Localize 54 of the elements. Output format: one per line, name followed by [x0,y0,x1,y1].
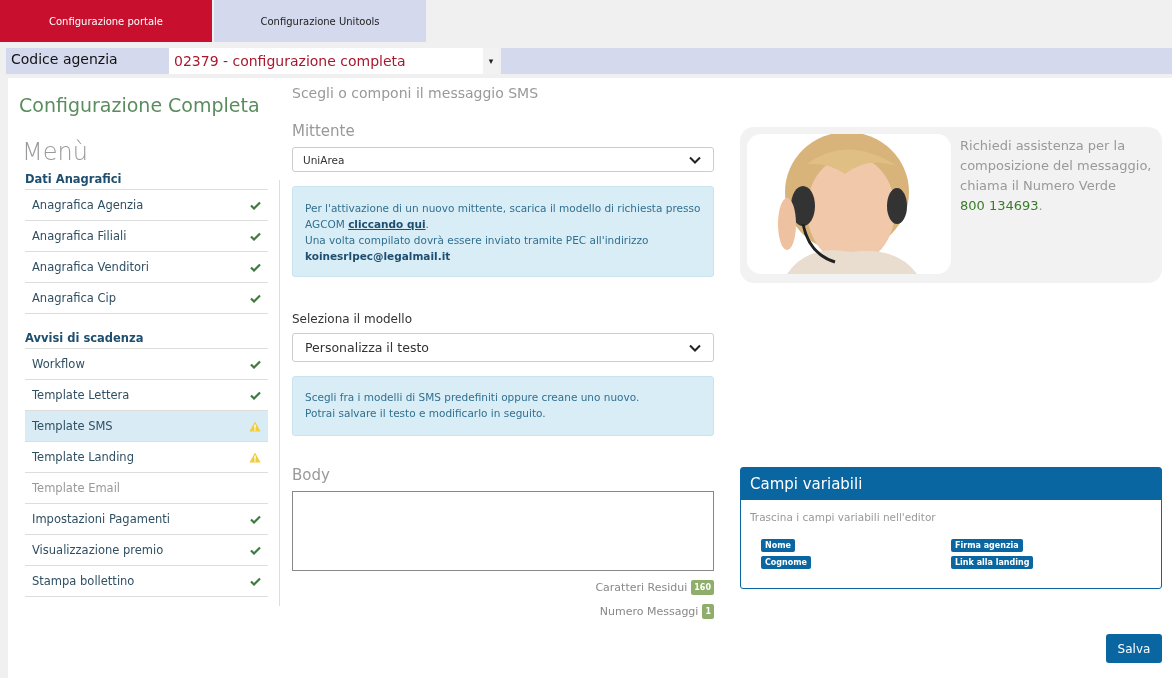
check-icon [250,390,261,400]
variable-tag[interactable]: Firma agenzia [951,539,1023,552]
model-select[interactable]: Personalizza il testo [292,333,714,362]
menu-item[interactable]: Impostazioni Pagamenti [25,504,268,535]
agency-label: Codice agenzia [6,48,169,74]
variable-tag[interactable]: Cognome [761,556,812,569]
panel-title: Campi variabili [741,468,1161,500]
variable-tag[interactable]: Nome [761,539,795,552]
menu-item[interactable]: Anagrafica Agenzia [25,190,268,221]
panel-hint: Trascina i campi variabili nell'editor [749,510,937,523]
warning-icon [249,420,261,432]
menu-item[interactable]: Template Landing [25,442,268,473]
menu-item[interactable]: Anagrafica Filiali [25,221,268,252]
check-icon [250,359,261,369]
tab[interactable]: Configurazione Unitools [214,0,426,42]
chevron-down-icon [689,155,701,164]
body-textarea[interactable] [292,491,714,571]
counter-badge: 1 [702,604,714,619]
save-button[interactable]: Salva [1106,634,1162,663]
info-text: Scegli fra i modelli di SMS predefiniti oppure creane uno nuovo. [305,390,641,405]
check-icon [250,262,261,272]
menu-item[interactable]: Visualizzazione premio [25,535,268,566]
menu-section-heading: Dati Anagrafici [25,171,268,190]
download-link[interactable]: cliccando qui [348,218,426,230]
info-text: Per l'attivazione di un nuovo mittente, scarica il modello di richiesta presso AGCOM cliccando qui. Una volta compilato dovrà essere inviato tramite PEC all'indirizzo koinesrlpec@legalmail.it [305,201,701,264]
check-icon [250,514,261,524]
menu-item[interactable]: Anagrafica Venditori [25,252,268,283]
menu-section-heading: Avvisi di scadenza [25,330,268,349]
field-label: Seleziona il modello [292,312,413,326]
menu-item[interactable]: Template SMS [25,411,268,442]
check-icon [250,293,261,303]
page-title: Configurazione Completa [19,94,261,116]
help-text: Richiedi assistenza per la composizione del messaggio, chiama il Numero Verde 800 134693. [960,137,1153,215]
variable-tag[interactable]: Link alla landing [951,556,1034,569]
check-icon [250,200,261,210]
chevron-down-icon [689,343,701,352]
sender-select[interactable]: UniArea [292,147,714,172]
warning-icon [249,451,261,463]
counter-label: Numero Messaggi [599,605,699,618]
tab[interactable]: Configurazione portale [0,0,212,42]
field-label: Body [292,466,331,484]
info-text: Potrai salvare il testo e modificarlo in seguito. [305,406,547,421]
menu-title: Menù [22,138,89,166]
check-icon [250,545,261,555]
menu-item[interactable]: Stampa bollettino [25,566,268,597]
check-icon [250,231,261,241]
counter-badge: 160 [691,580,714,595]
form-title: Scegli o componi il messaggio SMS [292,85,540,101]
counter-label: Caratteri Residui [595,581,688,594]
check-icon [250,576,261,586]
field-label: Mittente [292,122,356,140]
menu-item[interactable]: Anagrafica Cip [25,283,268,314]
menu-item[interactable]: Workflow [25,349,268,380]
agency-select[interactable]: 02379 - configurazione completa ▾ [169,48,499,74]
